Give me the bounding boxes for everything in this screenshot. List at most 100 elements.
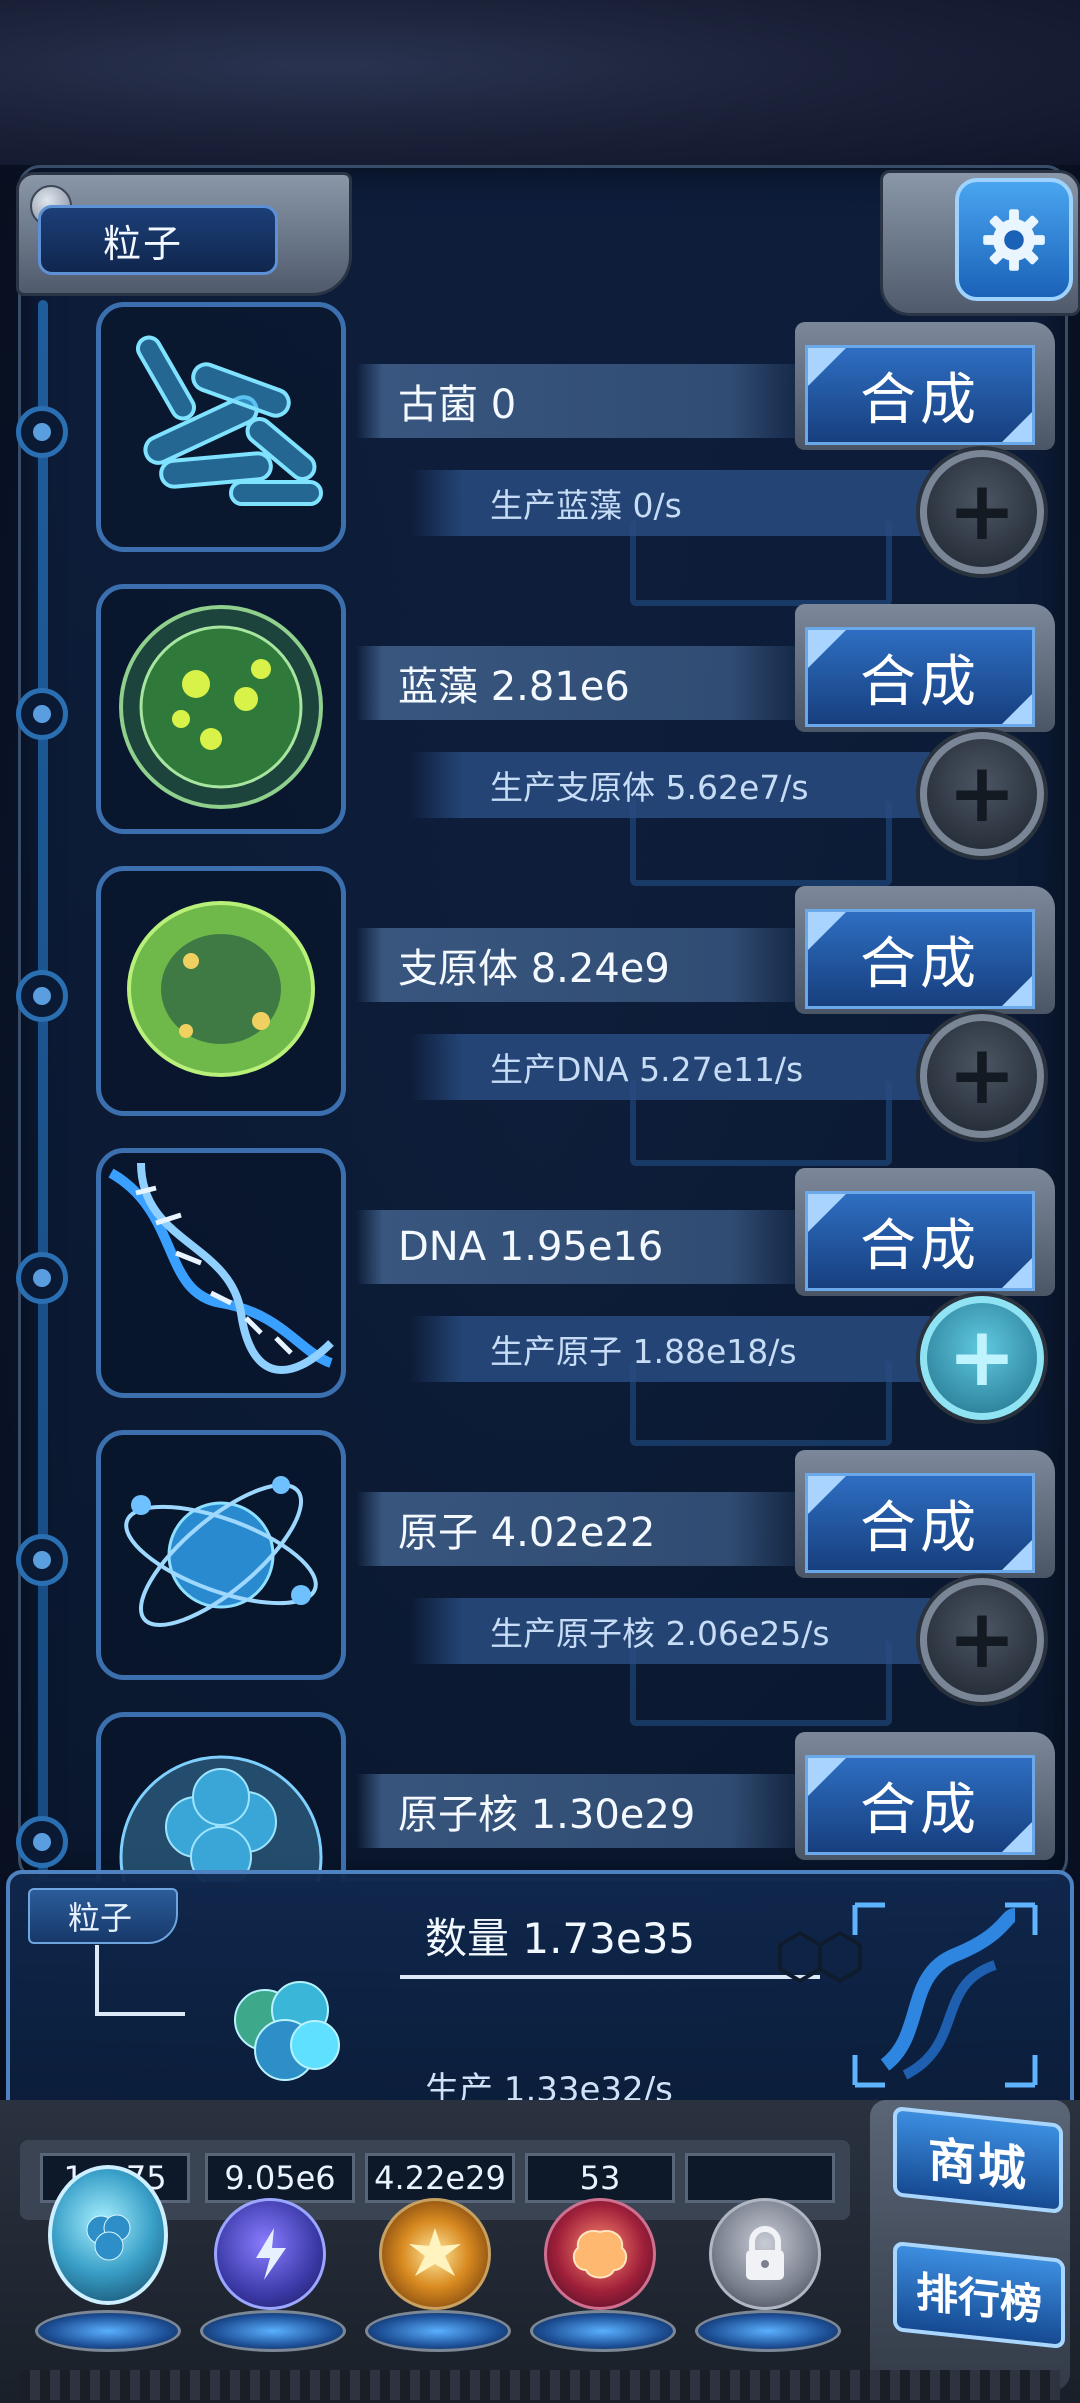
rail-node: [16, 1252, 68, 1304]
orb-pedestal: [35, 2310, 181, 2352]
mycoplasma-count-label: 支原体 8.24e9: [398, 946, 670, 992]
shop-button-label: 商城: [927, 2131, 1028, 2199]
brain-orb-button[interactable]: [544, 2198, 656, 2310]
dna-synthesize-button[interactable]: 合成: [805, 1191, 1035, 1291]
atom-icon: [124, 1476, 318, 1627]
locked-orb-button[interactable]: [709, 2198, 821, 2310]
mycoplasma-name-bar: 支原体 8.24e9: [356, 928, 796, 1002]
explosion-icon: [409, 2228, 461, 2276]
plus-icon: +: [947, 746, 1017, 841]
explosion-orb-button[interactable]: [379, 2198, 491, 2310]
archaea-count-label: 古菌 0: [398, 382, 517, 428]
rail-node: [16, 970, 68, 1022]
plus-icon: +: [947, 1592, 1017, 1687]
cyanobacteria-upgrade-button[interactable]: +: [920, 732, 1044, 856]
archaea-synthesize-button[interactable]: 合成: [805, 345, 1035, 445]
mycoplasma-image-frame: [96, 866, 346, 1116]
particle-orb-button[interactable]: [48, 2165, 168, 2305]
cyanobacteria-image-frame: [96, 584, 346, 834]
leaderboard-button-label: 排行榜: [915, 2266, 1042, 2330]
atom-count-label: 原子 4.02e22: [398, 1510, 656, 1556]
dna-emblem-icon: [845, 1895, 1045, 2095]
cyanobacteria-production-label: 生产支原体 5.62e7/s: [490, 768, 809, 807]
synthesize-label: 合成: [860, 1213, 980, 1279]
plus-icon: +: [947, 1310, 1017, 1405]
nucleus-synthesize-button[interactable]: 合成: [805, 1755, 1035, 1855]
orb-pedestal: [365, 2310, 511, 2352]
dna-production-bar: 生产原子 1.88e18/s: [410, 1316, 930, 1382]
archaea-bacteria-icon: [136, 335, 323, 506]
cyanobacteria-synthesize-button[interactable]: 合成: [805, 627, 1035, 727]
orb-pedestal: [695, 2310, 841, 2352]
lock-icon: [746, 2226, 784, 2280]
nucleus-icon: [119, 1755, 323, 1959]
particle-icon: [86, 2214, 131, 2261]
connector-line: [400, 1975, 820, 1979]
nucleus-name-bar: 原子核 1.30e29: [356, 1774, 796, 1848]
resource-value: 4.22e29: [374, 2159, 506, 2197]
rail-node: [16, 1534, 68, 1586]
mycoplasma-upgrade-button[interactable]: +: [920, 1014, 1044, 1138]
bottom-hatch-decoration: [20, 2370, 1060, 2400]
lightning-icon: [256, 2228, 286, 2280]
mycoplasma-production-bar: 生产DNA 5.27e11/s: [410, 1034, 930, 1100]
atom-name-bar: 原子 4.02e22: [356, 1492, 796, 1566]
dna-helix-icon: [108, 1162, 334, 1374]
dna-count-label: DNA 1.95e16: [398, 1224, 664, 1270]
dna-upgrade-button[interactable]: +: [920, 1296, 1044, 1420]
connector-line: [95, 1945, 99, 2015]
connector-line: [95, 2012, 185, 2016]
rail-node: [16, 688, 68, 740]
mycoplasma-cell-icon: [127, 901, 315, 1077]
nucleus-image-frame: [96, 1712, 346, 1959]
left-rail: [38, 300, 48, 1880]
resource-slot-energy: 9.05e6: [205, 2153, 355, 2203]
archaea-image-frame: [96, 302, 346, 552]
synthesize-label: 合成: [860, 1777, 980, 1843]
particle-icon: [205, 1950, 355, 2100]
orb-pedestal: [530, 2310, 676, 2352]
settings-button[interactable]: [955, 178, 1073, 301]
leaderboard-button[interactable]: 排行榜: [893, 2240, 1065, 2350]
lightning-orb-button[interactable]: [214, 2198, 326, 2310]
resource-value: 9.05e6: [224, 2159, 336, 2197]
atom-synthesize-button[interactable]: 合成: [805, 1473, 1035, 1573]
info-panel-tab-label: 粒子: [68, 1899, 133, 1937]
plus-icon: +: [947, 464, 1017, 559]
info-panel-tab: 粒子: [28, 1888, 178, 1944]
synthesize-label: 合成: [860, 931, 980, 997]
archaea-production-bar: 生产蓝藻 0/s: [410, 470, 930, 536]
cyanobacteria-name-bar: 蓝藻 2.81e6: [356, 646, 796, 720]
synthesize-label: 合成: [860, 649, 980, 715]
rail-node: [16, 1816, 68, 1868]
nucleus-count-label: 原子核 1.30e29: [398, 1792, 696, 1838]
resource-value: 53: [579, 2159, 621, 2197]
plus-icon: +: [947, 1028, 1017, 1123]
dna-name-bar: DNA 1.95e16: [356, 1210, 796, 1284]
category-tab[interactable]: 粒子: [38, 205, 278, 275]
particle-count-label: 数量 1.73e35: [425, 1914, 696, 1963]
atom-upgrade-button[interactable]: +: [920, 1578, 1044, 1702]
category-tab-label: 粒子: [103, 221, 184, 266]
orb-pedestal: [200, 2310, 346, 2352]
cyanobacteria-production-bar: 生产支原体 5.62e7/s: [410, 752, 930, 818]
atom-production-bar: 生产原子核 2.06e25/s: [410, 1598, 930, 1664]
mycoplasma-synthesize-button[interactable]: 合成: [805, 909, 1035, 1009]
dna-production-label: 生产原子 1.88e18/s: [490, 1332, 797, 1371]
resource-slot-explosion: 4.22e29: [365, 2153, 515, 2203]
shop-button[interactable]: 商城: [893, 2106, 1063, 2214]
rail-node: [16, 406, 68, 458]
resource-slot-locked: [685, 2153, 835, 2203]
archaea-name-bar: 古菌 0: [356, 364, 796, 438]
atom-image-frame: [96, 1430, 346, 1680]
space-background: [0, 0, 1080, 165]
mycoplasma-production-label: 生产DNA 5.27e11/s: [490, 1050, 804, 1089]
gear-icon: [983, 208, 1045, 271]
dna-image-frame: [96, 1148, 346, 1398]
atom-production-label: 生产原子核 2.06e25/s: [490, 1614, 830, 1653]
cyanobacteria-cell-icon: [119, 605, 323, 809]
synthesize-label: 合成: [860, 1495, 980, 1561]
archaea-production-label: 生产蓝藻 0/s: [490, 486, 682, 525]
archaea-upgrade-button[interactable]: +: [920, 450, 1044, 574]
resource-slot-brain: 53: [525, 2153, 675, 2203]
